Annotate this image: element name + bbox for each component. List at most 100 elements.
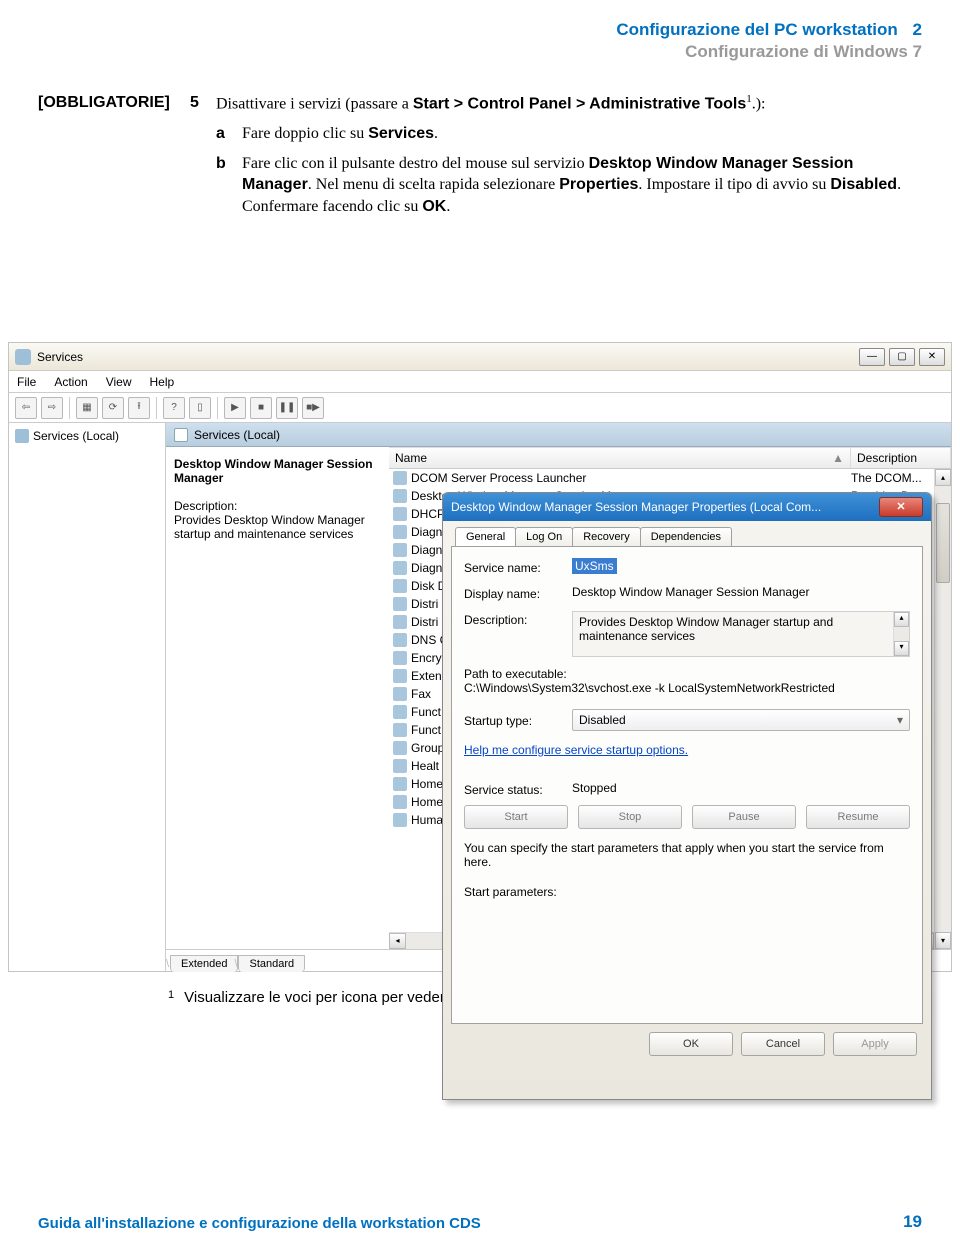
service-name-label: Service name:	[464, 559, 572, 575]
gear-icon	[393, 759, 407, 773]
pause-button[interactable]: Pause	[692, 805, 796, 829]
services-titlebar[interactable]: Services — ▢ ✕	[9, 343, 951, 371]
dialog-close-button[interactable]: ✕	[879, 497, 923, 517]
toolbar-play-icon[interactable]: ▶	[224, 397, 246, 419]
toolbar-fwd-icon[interactable]: ⇨	[41, 397, 63, 419]
col-name-text: Name	[395, 451, 427, 465]
left-pane: Services (Local)	[9, 423, 166, 971]
resume-button[interactable]: Resume	[806, 805, 910, 829]
description-label: Description:	[464, 611, 572, 627]
left-pane-item[interactable]: Services (Local)	[13, 427, 161, 445]
startup-type-select[interactable]: Disabled	[572, 709, 910, 731]
substep-a: a Fare doppio clic su Services.	[216, 123, 922, 145]
start-button[interactable]: Start	[464, 805, 568, 829]
service-row-desc: The DCOM...	[851, 471, 947, 485]
toolbar-pause-icon[interactable]: ❚❚	[276, 397, 298, 419]
toolbar-export-icon[interactable]: ⭱	[128, 397, 150, 419]
col-description[interactable]: Description	[851, 448, 951, 468]
scroll-thumb[interactable]	[936, 503, 950, 583]
toolbar-restart-icon[interactable]: ■▶	[302, 397, 324, 419]
service-name-value: UxSms	[572, 558, 617, 574]
scroll-up-icon[interactable]: ▴	[935, 469, 951, 486]
toolbar-stop-icon[interactable]: ■	[250, 397, 272, 419]
gear-icon	[393, 615, 407, 629]
general-pane: Service name: UxSms Display name: Deskto…	[451, 546, 923, 1024]
left-pane-label: Services (Local)	[33, 429, 119, 443]
mid-header: Services (Local)	[166, 423, 951, 447]
col-name[interactable]: Name▲	[389, 448, 851, 468]
gear-icon	[15, 429, 29, 443]
gear-icon	[393, 489, 407, 503]
tab-extended[interactable]: Extended	[170, 955, 238, 972]
toolbar-help-icon[interactable]: ?	[163, 397, 185, 419]
service-row[interactable]: DCOM Server Process LauncherThe DCOM...	[389, 469, 951, 487]
detail-description: Provides Desktop Window Manager startup …	[174, 513, 381, 541]
tab-standard[interactable]: Standard	[238, 955, 305, 972]
menu-help[interactable]: Help	[150, 375, 175, 389]
tab-recovery[interactable]: Recovery	[572, 527, 640, 546]
toolbar-refresh-icon[interactable]: ⟳	[102, 397, 124, 419]
detail-description-label: Description:	[174, 499, 381, 513]
properties-titlebar[interactable]: Desktop Window Manager Session Manager P…	[443, 493, 931, 521]
scroll-left-icon[interactable]: ◂	[389, 933, 406, 949]
path-value: C:\Windows\System32\svchost.exe -k Local…	[464, 681, 910, 695]
gear-icon	[393, 597, 407, 611]
gear-icon	[393, 741, 407, 755]
gear-icon	[174, 428, 188, 442]
gear-icon	[393, 543, 407, 557]
page-number: 19	[903, 1212, 922, 1232]
sb-b4: OK	[422, 198, 446, 215]
desc-scroll-up-icon[interactable]: ▴	[894, 612, 909, 627]
substep-b-text: Fare clic con il pulsante destro del mou…	[242, 153, 922, 218]
help-configure-link[interactable]: Help me configure service startup option…	[464, 743, 910, 757]
detail-column: Desktop Window Manager Session Manager D…	[166, 447, 389, 949]
gear-icon	[393, 471, 407, 485]
status-label: Service status:	[464, 781, 572, 797]
toolbar-page-icon[interactable]: ▯	[189, 397, 211, 419]
step-text: Disattivare i servizi (passare a Start >…	[216, 92, 922, 115]
gear-icon	[393, 525, 407, 539]
desc-scroll-down-icon[interactable]: ▾	[894, 641, 909, 656]
tab-logon[interactable]: Log On	[515, 527, 573, 546]
document-body: [OBBLIGATORIE] 5 Disattivare i servizi (…	[0, 70, 960, 217]
gear-icon	[393, 633, 407, 647]
step-text-bold: Start > Control Panel > Administrative T…	[413, 95, 746, 112]
cancel-button[interactable]: Cancel	[741, 1032, 825, 1056]
gear-icon	[393, 561, 407, 575]
toolbar-back-icon[interactable]: ⇦	[15, 397, 37, 419]
tab-dependencies[interactable]: Dependencies	[640, 527, 732, 546]
menu-action[interactable]: Action	[54, 375, 87, 389]
display-name-label: Display name:	[464, 585, 572, 601]
header-title-text: Configurazione del PC workstation	[616, 20, 897, 39]
sb1: Fare clic con il pulsante destro del mou…	[242, 155, 589, 172]
properties-tabs: General Log On Recovery Dependencies	[443, 521, 931, 546]
sb-b3: Disabled	[830, 176, 897, 193]
apply-button[interactable]: Apply	[833, 1032, 917, 1056]
substep-a-letter: a	[216, 123, 242, 145]
description-scrollbar[interactable]: ▴ ▾	[893, 612, 909, 656]
minimize-button[interactable]: —	[859, 348, 885, 366]
grid-header: Name▲ Description	[389, 447, 951, 469]
col-desc-text: Description	[857, 451, 917, 465]
service-row-name: DCOM Server Process Launcher	[411, 471, 851, 485]
toolbar-props-icon[interactable]: ▦	[76, 397, 98, 419]
gear-icon	[393, 723, 407, 737]
tab-general[interactable]: General	[455, 527, 516, 546]
vertical-scrollbar[interactable]: ▴ ▾	[934, 469, 951, 949]
stop-button[interactable]: Stop	[578, 805, 682, 829]
properties-title: Desktop Window Manager Session Manager P…	[451, 500, 879, 514]
maximize-button[interactable]: ▢	[889, 348, 915, 366]
step-number: 5	[190, 92, 216, 115]
menu-view[interactable]: View	[106, 375, 132, 389]
menu-file[interactable]: File	[17, 375, 36, 389]
sa-pre: Fare doppio clic su	[242, 125, 368, 142]
header-subtitle: Configurazione di Windows 7	[0, 42, 922, 62]
scroll-down-icon[interactable]: ▾	[935, 932, 951, 949]
ok-button[interactable]: OK	[649, 1032, 733, 1056]
step-text-post: .):	[752, 95, 766, 112]
services-title: Services	[37, 350, 859, 364]
close-button[interactable]: ✕	[919, 348, 945, 366]
gear-icon	[393, 579, 407, 593]
step-5: [OBBLIGATORIE] 5 Disattivare i servizi (…	[38, 92, 922, 115]
status-value: Stopped	[572, 781, 617, 797]
